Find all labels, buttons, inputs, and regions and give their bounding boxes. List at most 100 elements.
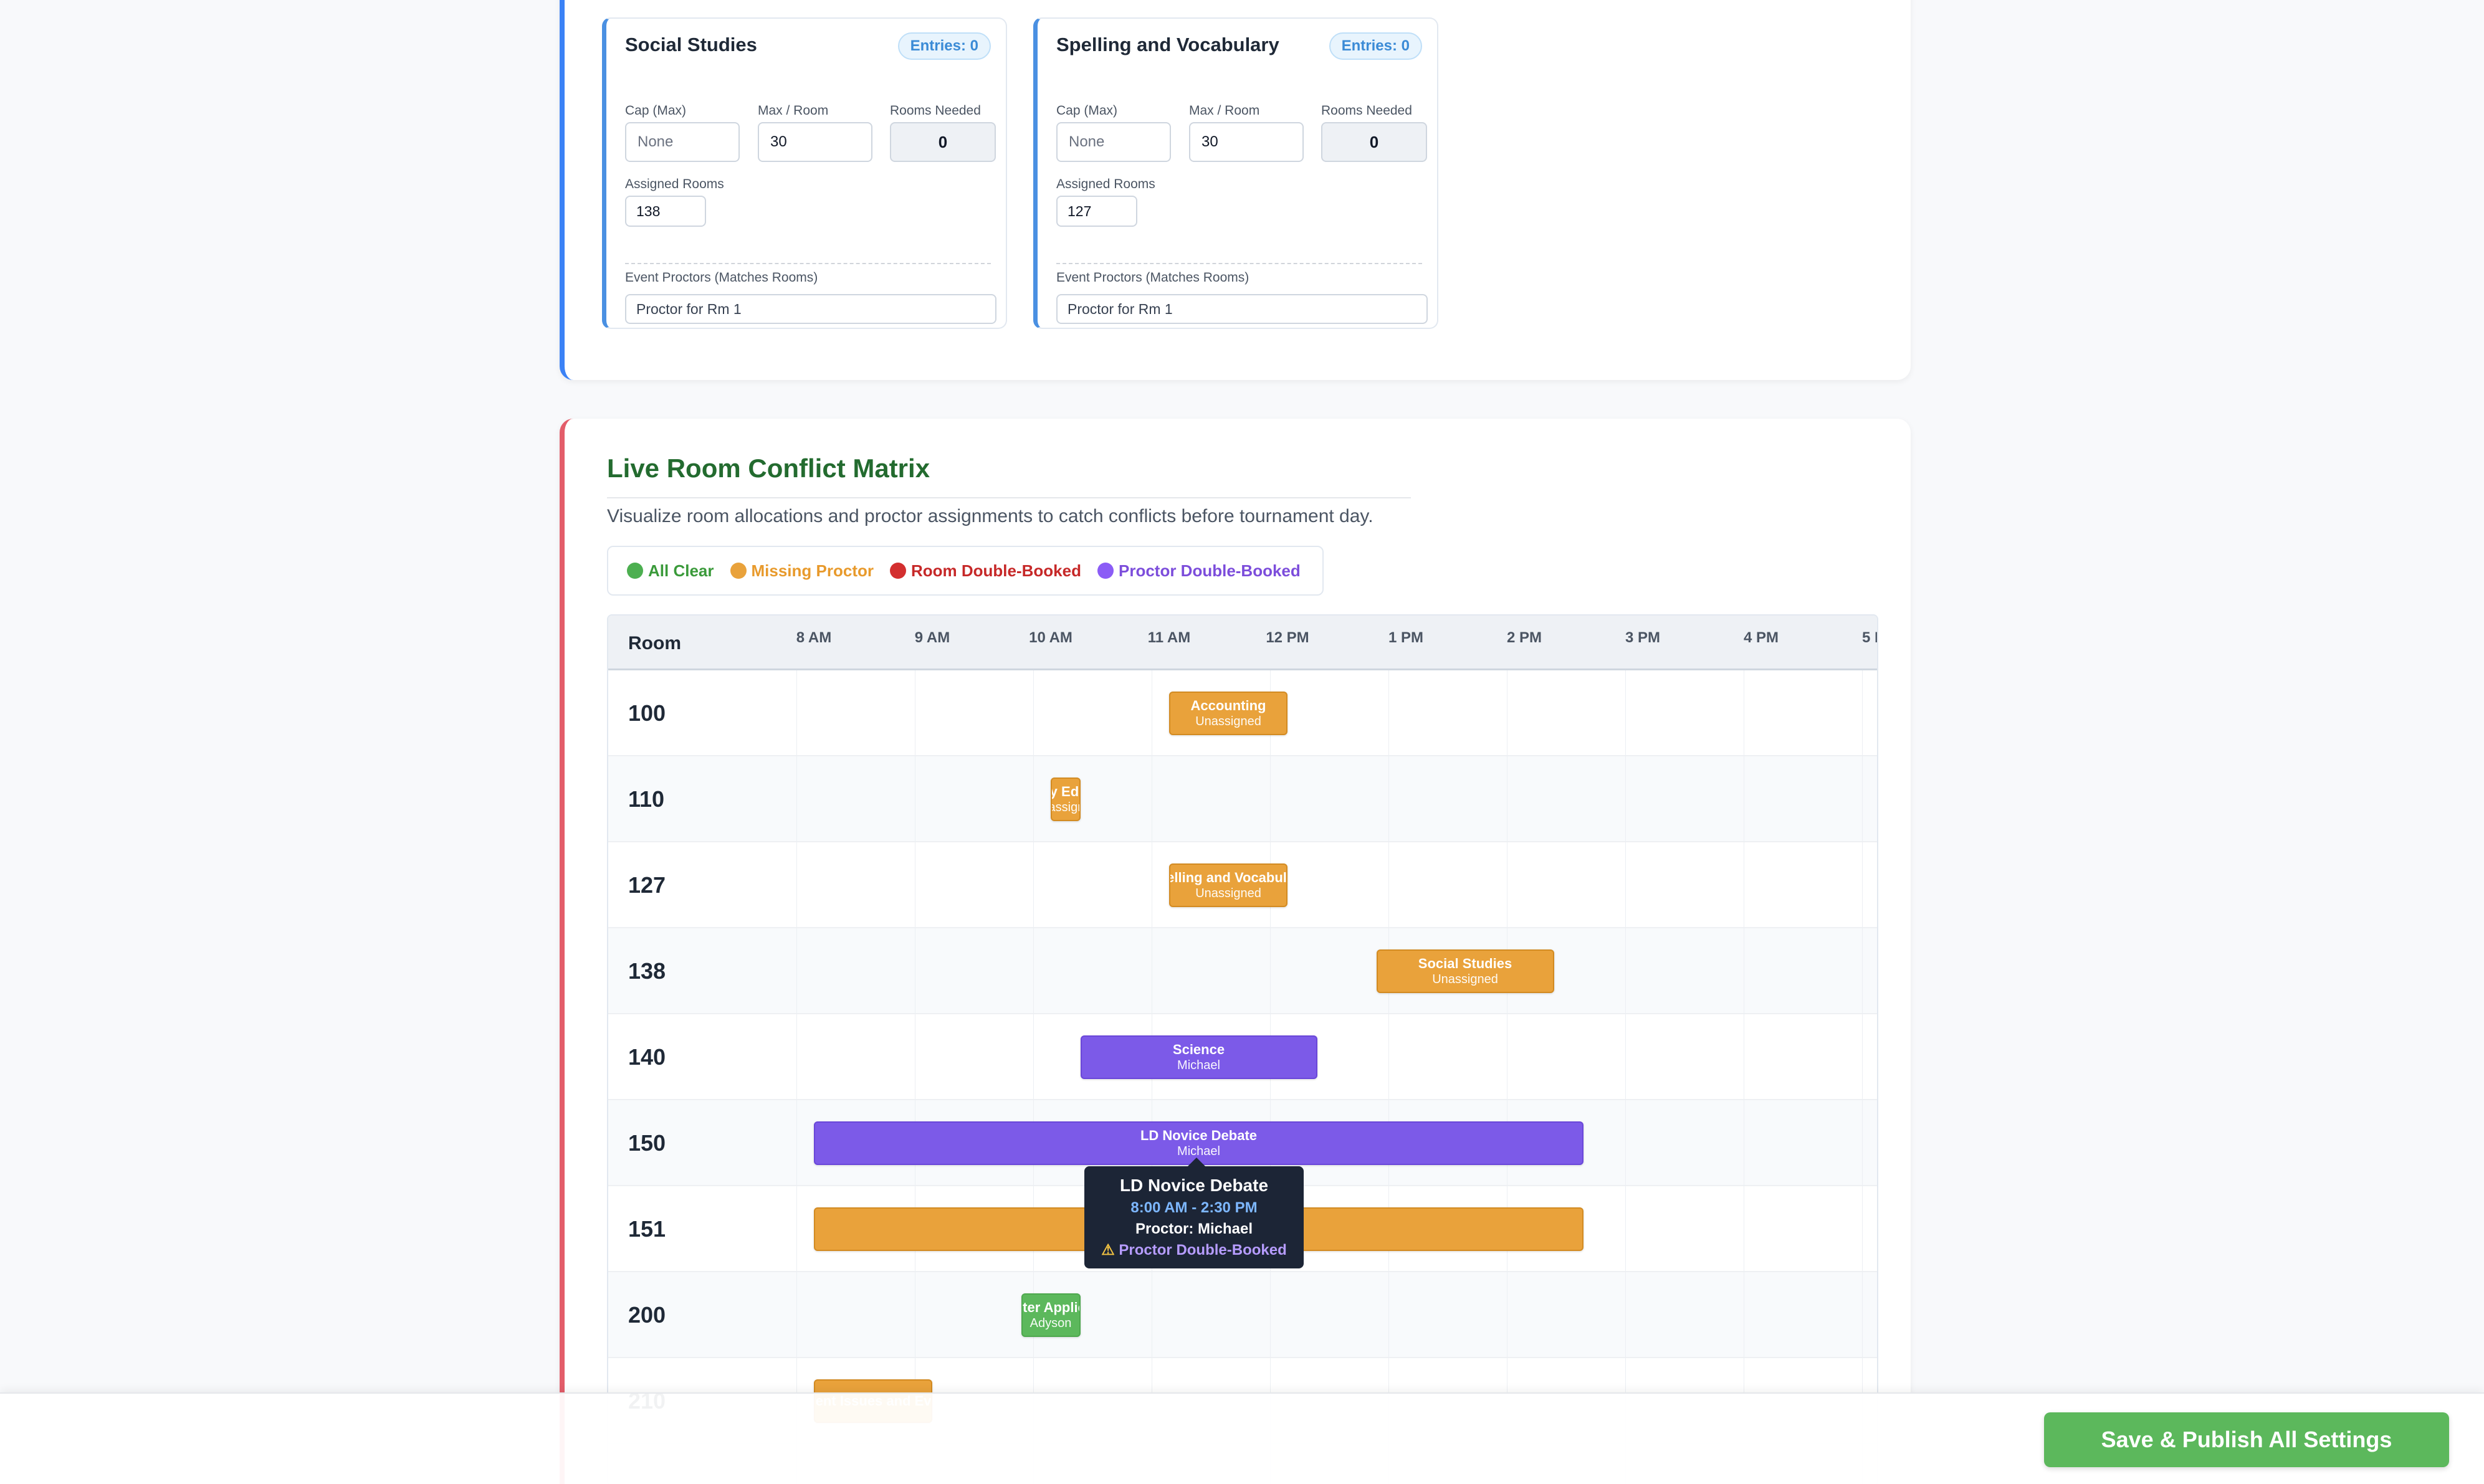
divider	[1056, 263, 1422, 264]
event-block[interactable]: Accounting Unassigned	[1169, 692, 1287, 735]
room-number: 200	[628, 1302, 666, 1328]
event-name: Social Studies	[1418, 956, 1512, 971]
legend-label: Room Double-Booked	[910, 561, 1081, 580]
matrix-subtitle: Visualize room allocations and proctor a…	[607, 506, 1373, 526]
event-block[interactable]: Science Michael	[1080, 1035, 1317, 1079]
tooltip-warning-text: Proctor Double-Booked	[1119, 1242, 1287, 1258]
event-proctor: Adyson	[1029, 1316, 1072, 1330]
legend-label: All Clear	[648, 561, 714, 580]
legend-all-clear: All Clear	[627, 561, 714, 581]
tooltip-warning: ⚠ Proctor Double-Booked	[1084, 1240, 1304, 1261]
event-proctor: Unassigned	[1195, 715, 1261, 728]
assigned-room-chip[interactable]: 138	[625, 196, 706, 227]
room-row: 200	[608, 1272, 1877, 1358]
event-card-social-studies: Social Studies Entries: 0 Cap (Max) None…	[602, 17, 1007, 329]
max-room-label: Max / Room	[758, 103, 829, 118]
hour-label: 8 AM	[796, 629, 832, 646]
event-proctor: Michael	[1177, 1058, 1220, 1072]
legend-room-double-booked: Room Double-Booked	[889, 561, 1081, 581]
rooms-needed-value: 0	[890, 122, 996, 162]
cap-label: Cap (Max)	[1056, 103, 1118, 118]
room-row: 138	[608, 928, 1877, 1014]
hour-label: 11 AM	[1147, 629, 1191, 646]
purple-dot-icon	[1097, 563, 1114, 579]
green-dot-icon	[627, 563, 643, 579]
save-publish-button[interactable]: Save & Publish All Settings	[2044, 1412, 2449, 1467]
hour-gridline	[1625, 670, 1626, 1484]
hour-label: 12 PM	[1266, 629, 1309, 646]
max-room-input[interactable]: 30	[758, 122, 872, 162]
event-name: Computer Applications	[1023, 1300, 1079, 1315]
max-room-input[interactable]: 30	[1189, 122, 1304, 162]
tooltip-time: 8:00 AM - 2:30 PM	[1130, 1199, 1258, 1216]
event-block[interactable]: Social Studies Unassigned	[1376, 949, 1554, 993]
hour-label: 5 PM	[1861, 629, 1877, 646]
event-proctor: Unassigned	[1195, 887, 1261, 900]
event-block[interactable]: Copy Editing Unassigned	[1051, 778, 1081, 821]
conflict-matrix-panel: Live Room Conflict Matrix Visualize room…	[560, 419, 1911, 1484]
room-number: 150	[628, 1130, 666, 1156]
event-card-title: Social Studies	[625, 34, 757, 55]
cap-label: Cap (Max)	[625, 103, 687, 118]
legend-missing-proctor: Missing Proctor	[730, 561, 874, 581]
hour-gridline	[796, 670, 797, 1484]
room-number: 127	[628, 872, 666, 898]
assigned-rooms-label: Assigned Rooms	[625, 177, 724, 191]
tooltip-proctor: Proctor: Michael	[1135, 1220, 1253, 1237]
proctor-input[interactable]: Proctor for Rm 1	[1056, 294, 1428, 324]
event-name: Accounting	[1190, 698, 1266, 713]
proctors-label: Event Proctors (Matches Rooms)	[1056, 270, 1249, 285]
hour-label: 3 PM	[1625, 629, 1661, 646]
hour-label: 1 PM	[1388, 629, 1424, 646]
legend-proctor-double-booked: Proctor Double-Booked	[1097, 561, 1301, 581]
room-row: 110	[608, 756, 1877, 842]
page: Social Studies Entries: 0 Cap (Max) None…	[0, 0, 2484, 1484]
event-proctor: Unassigned	[1052, 801, 1079, 814]
event-name: LD Novice Debate	[1140, 1128, 1258, 1143]
matrix-title: Live Room Conflict Matrix	[607, 454, 930, 483]
hour-label: 2 PM	[1506, 629, 1542, 646]
event-name: Copy Editing	[1052, 784, 1079, 799]
room-number: 140	[628, 1044, 666, 1070]
event-settings-panel: Social Studies Entries: 0 Cap (Max) None…	[560, 0, 1911, 380]
event-card-title: Spelling and Vocabulary	[1056, 34, 1279, 55]
entries-badge: Entries: 0	[1329, 32, 1422, 60]
legend-label: Proctor Double-Booked	[1118, 561, 1301, 580]
warning-icon: ⚠	[1101, 1242, 1115, 1258]
status-legend: All Clear Missing Proctor Room Double-Bo…	[607, 546, 1324, 596]
event-block[interactable]: Spelling and Vocabulary Unassigned	[1169, 863, 1287, 907]
event-proctor: Michael	[1177, 1144, 1220, 1158]
room-column-header: Room	[628, 633, 681, 654]
cap-input[interactable]: None	[1056, 122, 1171, 162]
assigned-rooms-label: Assigned Rooms	[1056, 177, 1155, 191]
hour-label: 4 PM	[1743, 629, 1779, 646]
event-card-spelling-vocabulary: Spelling and Vocabulary Entries: 0 Cap (…	[1033, 17, 1438, 329]
footer-bar: Save & Publish All Settings	[0, 1392, 2484, 1484]
divider	[625, 263, 991, 264]
legend-label: Missing Proctor	[751, 561, 874, 580]
hour-label: 9 AM	[914, 629, 950, 646]
rooms-needed-label: Rooms Needed	[890, 103, 981, 118]
room-number: 151	[628, 1216, 666, 1242]
hour-gridline	[1388, 670, 1389, 1484]
red-dot-icon	[889, 563, 906, 579]
schedule-grid: Room 8 AM 9 AM 10 AM 11 AM 12 PM 1 PM 2 PM 3 PM…	[607, 614, 1878, 1484]
hour-label: 10 AM	[1029, 629, 1072, 646]
proctor-input[interactable]: Proctor for Rm 1	[625, 294, 996, 324]
assigned-room-chip[interactable]: 127	[1056, 196, 1137, 227]
title-divider	[607, 497, 1411, 498]
entries-badge: Entries: 0	[897, 32, 991, 60]
hour-gridline	[1033, 670, 1034, 1484]
event-name: Science	[1172, 1042, 1225, 1057]
grid-header: Room 8 AM 9 AM 10 AM 11 AM 12 PM 1 PM 2 PM 3 PM…	[608, 616, 1877, 670]
orange-dot-icon	[730, 563, 747, 579]
event-proctor: Unassigned	[1432, 973, 1498, 986]
hour-gridline	[1862, 670, 1863, 1484]
tooltip-title: LD Novice Debate	[1119, 1176, 1269, 1195]
room-number: 138	[628, 958, 666, 984]
cap-input[interactable]: None	[625, 122, 740, 162]
rooms-needed-value: 0	[1321, 122, 1427, 162]
event-name: Spelling and Vocabulary	[1170, 870, 1287, 885]
event-block[interactable]: Computer ApplicationsAdyson	[1021, 1293, 1081, 1337]
event-tooltip: LD Novice Debate 8:00 AM - 2:30 PM Proct…	[1084, 1158, 1304, 1268]
